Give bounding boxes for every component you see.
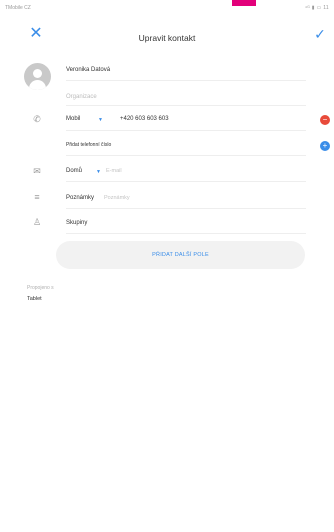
phone-type-label[interactable]: Mobil xyxy=(66,116,80,122)
header: ✕ Upravit kontakt ✓ xyxy=(0,14,334,56)
divider xyxy=(66,181,306,182)
add-phone-label[interactable]: Přidat telefonní číslo xyxy=(66,142,111,148)
phone-number-field[interactable]: +420 603 603 603 xyxy=(120,116,169,122)
avatar[interactable] xyxy=(24,63,51,90)
organization-field[interactable]: Organizace xyxy=(66,94,97,100)
linked-label: Propojeno s xyxy=(27,285,54,291)
chevron-down-icon[interactable]: ▼ xyxy=(98,117,103,123)
notes-icon: ≡ xyxy=(34,192,40,202)
divider xyxy=(66,105,306,106)
status-bar: TMobile CZ ⁴ᴳ ▮ ▭ 11 xyxy=(0,0,334,14)
brand-accent-bar xyxy=(232,0,256,6)
email-type-label[interactable]: Domů xyxy=(66,168,82,174)
phone-icon: ✆ xyxy=(33,114,41,124)
email-icon: ✉ xyxy=(33,166,41,176)
status-indicators: ⁴ᴳ ▮ ▭ 11 xyxy=(304,5,329,11)
divider xyxy=(66,208,306,209)
groups-field[interactable]: Skupiny xyxy=(66,220,87,226)
check-icon[interactable]: ✓ xyxy=(310,24,330,44)
remove-phone-button[interactable]: − xyxy=(320,115,330,125)
email-field[interactable]: E-mail xyxy=(106,168,122,174)
divider xyxy=(66,233,306,234)
linked-value: Tablet xyxy=(27,296,42,302)
divider xyxy=(66,130,306,131)
page-title: Upravit kontakt xyxy=(138,33,196,43)
carrier-label: TMobile CZ xyxy=(5,5,31,11)
add-phone-button[interactable]: + xyxy=(320,141,330,151)
notes-field[interactable]: Poznámky xyxy=(104,195,130,201)
name-field[interactable]: Veronika Datová xyxy=(66,67,110,73)
chevron-down-icon[interactable]: ▼ xyxy=(96,169,101,175)
add-field-button[interactable]: PŘIDAT DALŠÍ POLE xyxy=(56,241,305,269)
notes-label: Poznámky xyxy=(66,195,95,201)
divider xyxy=(66,80,306,81)
groups-icon: ♙ xyxy=(32,217,42,227)
divider xyxy=(66,155,306,156)
